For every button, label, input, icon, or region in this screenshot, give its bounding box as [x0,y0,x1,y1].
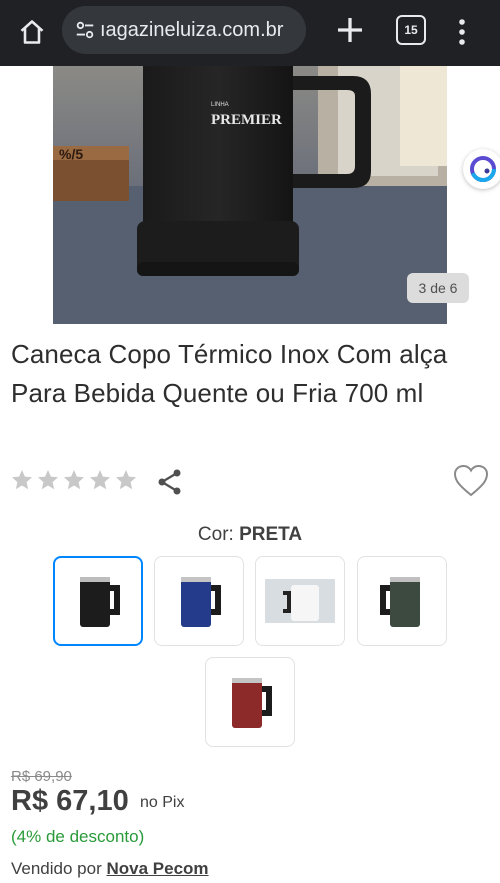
wooden-block-text: %/5 [59,146,83,162]
tab-count: 15 [404,23,418,37]
address-bar[interactable]: ıagazineluiza.com.br [62,6,306,54]
site-settings-icon[interactable] [74,19,96,41]
share-icon[interactable] [156,467,184,497]
url-text: ıagazineluiza.com.br [100,18,284,41]
price-payment-method: no Pix [140,794,185,811]
rating-stars[interactable] [10,468,138,492]
tab-switcher-button[interactable]: 15 [396,15,426,45]
star-icon [38,470,58,490]
star-icon [90,470,110,490]
color-option-preta[interactable] [53,556,143,646]
product-image[interactable]: %/5 LINHA PREMIER [53,66,447,324]
sold-by-label: Vendido por [11,859,102,878]
seller-link[interactable]: Nova Pecom [106,859,208,878]
current-price: R$ 67,10 [11,785,129,817]
browser-toolbar: ıagazineluiza.com.br 15 [0,0,500,66]
color-selected-name: PRETA [239,524,303,545]
assistant-icon[interactable] [463,149,500,189]
favorite-heart-icon[interactable] [452,463,490,499]
color-option-branca[interactable] [255,556,345,646]
seller-info: Vendido por Nova Pecom [11,859,209,879]
star-icon [64,470,84,490]
color-option-verde[interactable] [357,556,447,646]
color-label-prefix: Cor: [197,524,234,545]
mug-brand: PREMIER [211,112,282,128]
home-icon[interactable] [14,14,50,50]
color-label: Cor: PRETA [0,524,500,546]
product-title: Caneca Copo Térmico Inox Com alça Para B… [11,339,448,408]
old-price: R$ 69,90 [11,768,72,785]
star-icon [116,470,136,490]
mug-brand-top: LINHA [211,102,229,108]
star-icon [12,470,32,490]
more-menu-icon[interactable] [452,14,472,50]
discount-text: (4% de desconto) [11,827,145,846]
color-option-vermelha[interactable] [205,657,295,747]
image-counter: 3 de 6 [407,273,469,303]
new-tab-icon[interactable] [332,12,368,48]
color-option-azul[interactable] [154,556,244,646]
